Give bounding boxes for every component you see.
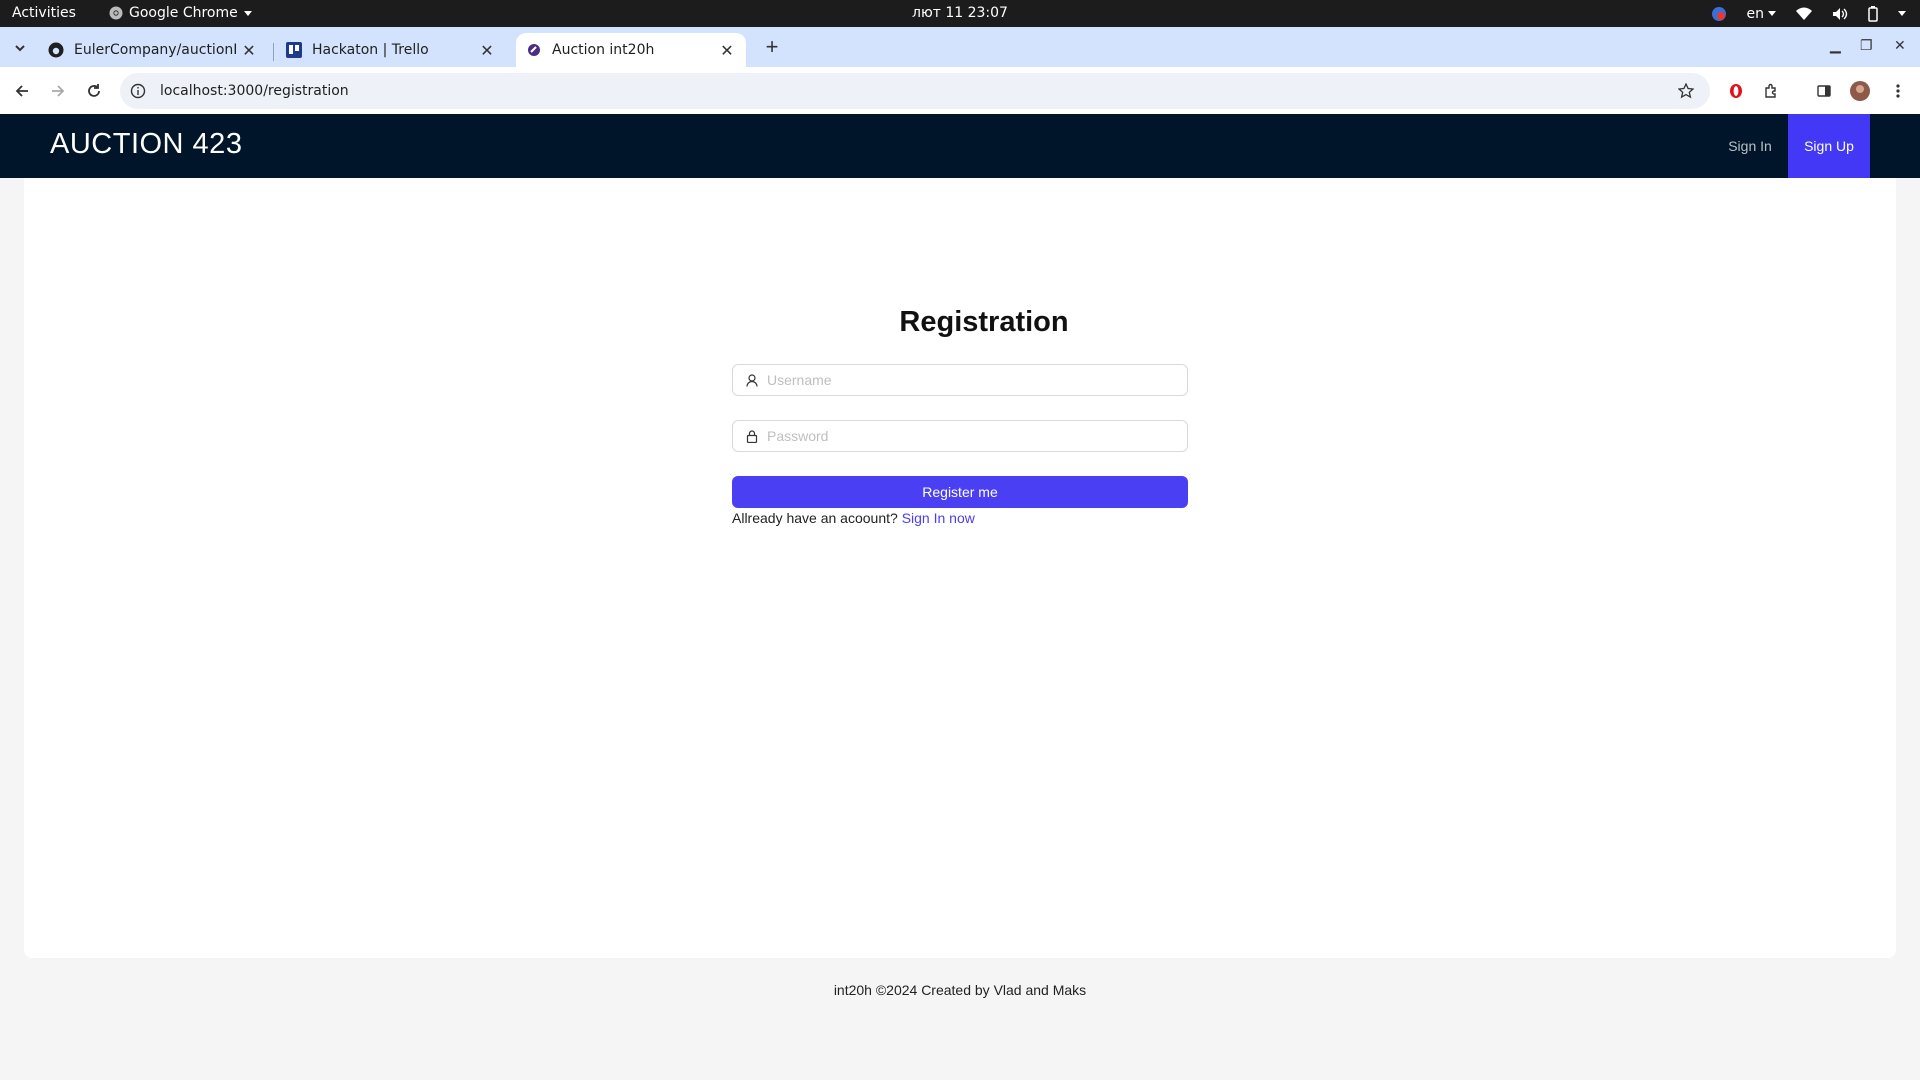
notification-icon — [1711, 6, 1726, 21]
tab-divider — [273, 43, 274, 61]
brand-logo[interactable]: AUCTION 423 — [50, 128, 242, 161]
side-panel-button[interactable] — [1812, 79, 1836, 103]
register-button[interactable]: Register me — [732, 476, 1188, 508]
system-top-bar: Activities Google Chrome лют 11 23:07 en — [0, 0, 1920, 27]
system-tray[interactable]: en — [1711, 3, 1906, 24]
footer: int20h ©2024 Created by Vlad and Maks — [833, 982, 1087, 998]
minimize-button[interactable]: ▁ — [1830, 37, 1841, 54]
password-input[interactable] — [765, 427, 1187, 445]
bookmark-button[interactable] — [1674, 79, 1698, 103]
tab-trello[interactable]: Hackaton | Trello ✕ — [276, 33, 506, 67]
chevron-down-icon — [15, 45, 25, 52]
tab-search-button[interactable] — [8, 36, 32, 60]
password-field[interactable] — [732, 420, 1188, 452]
reload-icon — [88, 84, 100, 97]
tab-title: Hackaton | Trello — [312, 42, 429, 58]
main-content: Registration — [24, 178, 1896, 958]
star-icon — [1678, 83, 1694, 99]
chrome-menu-button[interactable] — [1886, 79, 1910, 103]
address-bar[interactable]: localhost:3000/registration — [120, 73, 1710, 109]
close-icon[interactable]: ✕ — [240, 41, 258, 60]
opera-extension-button[interactable] — [1724, 79, 1748, 103]
tab-auction[interactable]: Auction int20h ✕ — [516, 33, 746, 67]
forward-button[interactable] — [46, 79, 70, 103]
volume-icon — [1833, 7, 1848, 20]
new-tab-button[interactable]: + — [760, 35, 784, 59]
more-vertical-icon — [1896, 84, 1900, 98]
github-icon — [48, 42, 64, 58]
puzzle-icon — [1765, 83, 1776, 98]
chevron-down-icon — [1768, 11, 1776, 16]
extensions-button[interactable] — [1760, 79, 1784, 103]
opera-icon — [1730, 84, 1742, 98]
signin-hint: Allready have an acoount? Sign In now — [732, 510, 975, 526]
back-button[interactable] — [10, 79, 34, 103]
wifi-icon — [1796, 7, 1812, 20]
clock[interactable]: лют 11 23:07 — [0, 5, 1920, 21]
profile-button[interactable] — [1848, 79, 1872, 103]
signin-hint-text: Allready have an acoount? — [732, 510, 898, 526]
chevron-down-icon — [1898, 11, 1906, 16]
url-text[interactable]: localhost:3000/registration — [160, 83, 349, 99]
tab-title: EulerCompany/auctionI — [74, 42, 238, 58]
nav-sign-up[interactable]: Sign Up — [1788, 114, 1870, 178]
tab-github[interactable]: EulerCompany/auctionI ✕ — [38, 33, 268, 67]
browser-toolbar: localhost:3000/registration — [0, 67, 1920, 114]
language-indicator[interactable]: en — [1747, 6, 1776, 22]
side-panel-icon — [1817, 85, 1831, 97]
arrow-right-icon — [52, 85, 65, 97]
lock-icon — [745, 429, 759, 443]
username-input[interactable] — [765, 371, 1187, 389]
reload-button[interactable] — [82, 79, 106, 103]
nav-sign-in[interactable]: Sign In — [1710, 114, 1790, 178]
app-header: AUCTION 423 Sign In Sign Up — [0, 114, 1920, 178]
info-icon[interactable] — [130, 83, 146, 99]
arrow-left-icon — [15, 85, 28, 97]
trello-icon — [286, 42, 302, 58]
page-title: Registration — [899, 306, 1069, 338]
username-field[interactable] — [732, 364, 1188, 396]
close-icon[interactable]: ✕ — [718, 41, 736, 60]
tab-title: Auction int20h — [552, 42, 655, 58]
auction-favicon — [526, 42, 542, 58]
sign-in-now-link[interactable]: Sign In now — [902, 510, 975, 526]
registration-form: Registration — [756, 302, 1212, 342]
close-window-button[interactable]: ✕ — [1894, 37, 1906, 54]
restore-button[interactable]: ❐ — [1860, 37, 1873, 54]
close-icon[interactable]: ✕ — [478, 41, 496, 60]
user-icon — [745, 373, 759, 387]
avatar — [1850, 81, 1870, 101]
tab-strip: EulerCompany/auctionI ✕ Hackaton | Trell… — [0, 27, 1920, 67]
battery-icon — [1868, 5, 1878, 22]
